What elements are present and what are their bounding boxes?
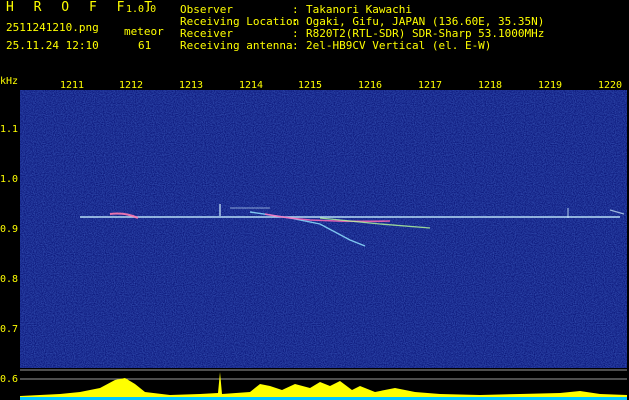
y-axis-unit: kHz [0,76,19,87]
y-tick-label: 1.1 [0,124,19,135]
antenna-label: Receiving antenna [180,39,293,52]
meteor-count: 61 [138,39,152,52]
y-tick-label: 1.0 [0,174,19,185]
antenna-value: 2el-HB9CV Vertical (el. E-W) [306,39,492,52]
spectrogram-plot [20,90,627,368]
antenna-colon: : [292,39,299,52]
left-axis-gutter [0,90,20,400]
capture-datetime: 25.11.24 12:10 [6,39,99,52]
signal-strength-strip [20,368,627,400]
spectrogram-specks [20,90,627,368]
y-tick-label: 0.9 [0,224,19,235]
y-tick-label: 0.7 [0,324,19,335]
header-panel: H R O F F T 1.0.0 2511241210.png meteor … [0,0,629,76]
image-filename: 2511241210.png [6,21,99,34]
mode-label: meteor [124,25,164,38]
app-version: 1.0.0 [126,4,157,15]
y-tick-label: 0.8 [0,274,19,285]
y-tick-label: 0.6 [0,374,19,385]
